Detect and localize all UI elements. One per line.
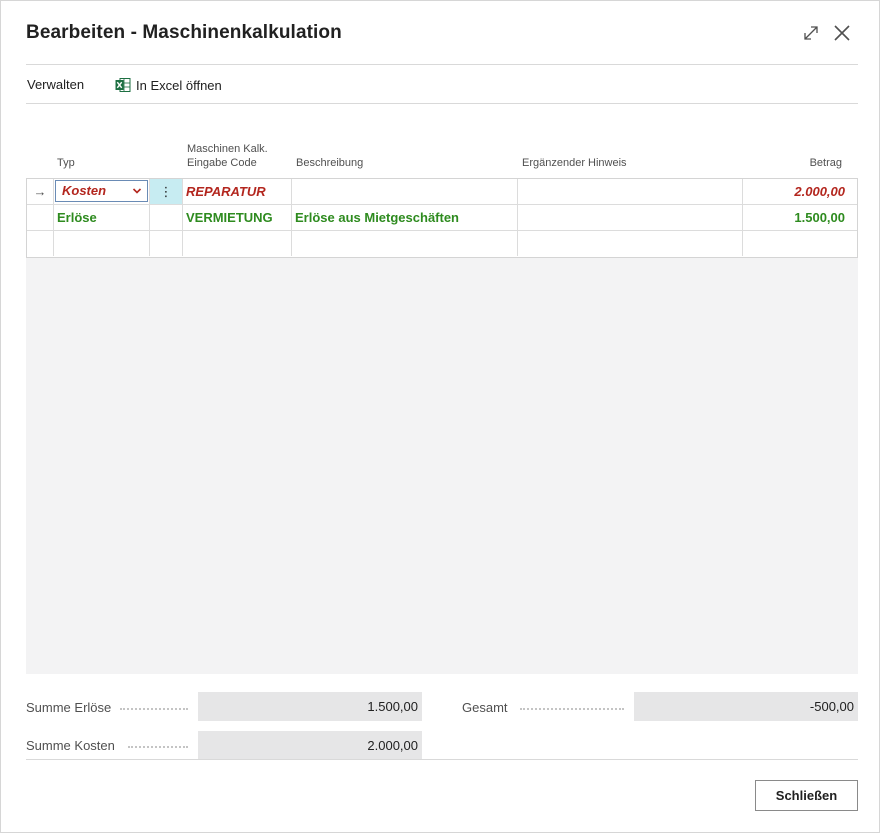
row-indicator: →: [27, 179, 54, 204]
close-button[interactable]: Schließen: [755, 780, 858, 811]
betrag-cell[interactable]: 1.500,00: [743, 205, 857, 230]
title-divider: [26, 64, 858, 65]
beschreibung-cell[interactable]: Erlöse aus Mietgeschäften: [292, 205, 518, 230]
grid-header: Typ Maschinen Kalk. Eingabe Code Beschre…: [26, 140, 858, 178]
hinweis-cell[interactable]: [518, 179, 743, 204]
open-in-excel-action[interactable]: In Excel öffnen: [115, 77, 222, 93]
summe-erloese-value: 1.500,00: [198, 692, 422, 721]
header-beschreibung[interactable]: Beschreibung: [296, 156, 363, 170]
grid-rows: → Kosten ⋮ REPARATUR 2.000,00 Erlöse VER…: [26, 178, 858, 258]
header-code[interactable]: Maschinen Kalk. Eingabe Code: [187, 142, 268, 170]
hinweis-cell[interactable]: [518, 231, 743, 256]
manage-action[interactable]: Verwalten: [27, 77, 84, 92]
row-menu-button[interactable]: ⋮: [150, 179, 183, 204]
typ-cell[interactable]: Kosten: [54, 179, 150, 204]
expand-icon[interactable]: [800, 22, 822, 44]
gesamt-value: -500,00: [634, 692, 858, 721]
header-code-line2: Eingabe Code: [187, 157, 257, 169]
summe-kosten-value: 2.000,00: [198, 731, 422, 760]
row-menu-button[interactable]: [150, 231, 183, 256]
table-row[interactable]: [27, 231, 857, 257]
gesamt-label: Gesamt: [462, 700, 508, 715]
typ-cell[interactable]: Erlöse: [54, 205, 150, 230]
beschreibung-cell[interactable]: [292, 179, 518, 204]
betrag-cell[interactable]: [743, 231, 857, 256]
table-row[interactable]: Erlöse VERMIETUNG Erlöse aus Mietgeschäf…: [27, 205, 857, 231]
typ-cell[interactable]: [54, 231, 150, 256]
manage-label: Verwalten: [27, 77, 85, 92]
gesamt-dots: [520, 707, 624, 710]
dialog-title: Bearbeiten - Maschinenkalkulation: [26, 22, 342, 43]
header-typ[interactable]: Typ: [57, 156, 75, 170]
code-cell[interactable]: VERMIETUNG: [183, 205, 292, 230]
summe-erloese-label: Summe Erlöse: [26, 700, 112, 715]
actionbar-divider: [26, 103, 858, 104]
summe-erloese-dots: [120, 707, 188, 710]
table-row[interactable]: → Kosten ⋮ REPARATUR 2.000,00: [27, 179, 857, 205]
edit-dialog: Bearbeiten - Maschinenkalkulation Verwal…: [0, 0, 880, 833]
chevron-down-icon[interactable]: [132, 181, 142, 204]
beschreibung-cell[interactable]: [292, 231, 518, 256]
betrag-cell[interactable]: 2.000,00: [743, 179, 857, 204]
summe-kosten-dots: [128, 745, 188, 748]
calculation-grid: Typ Maschinen Kalk. Eingabe Code Beschre…: [26, 140, 858, 674]
excel-icon: [115, 78, 131, 92]
row-indicator: [27, 231, 54, 256]
header-hinweis[interactable]: Ergänzender Hinweis: [522, 156, 627, 170]
close-icon[interactable]: [831, 22, 853, 44]
hinweis-cell[interactable]: [518, 205, 743, 230]
header-betrag[interactable]: Betrag: [810, 156, 842, 170]
row-menu-button[interactable]: [150, 205, 183, 230]
open-in-excel-label: In Excel öffnen: [136, 77, 222, 93]
header-code-line1: Maschinen Kalk.: [187, 143, 268, 155]
more-options-icon: ⋮: [159, 184, 173, 199]
footer-divider: [26, 759, 858, 760]
row-indicator: [27, 205, 54, 230]
code-cell[interactable]: [183, 231, 292, 256]
code-cell[interactable]: REPARATUR: [183, 179, 292, 204]
typ-select[interactable]: Kosten: [55, 180, 148, 202]
typ-select-value: Kosten: [62, 183, 107, 198]
summe-kosten-label: Summe Kosten: [26, 738, 115, 753]
